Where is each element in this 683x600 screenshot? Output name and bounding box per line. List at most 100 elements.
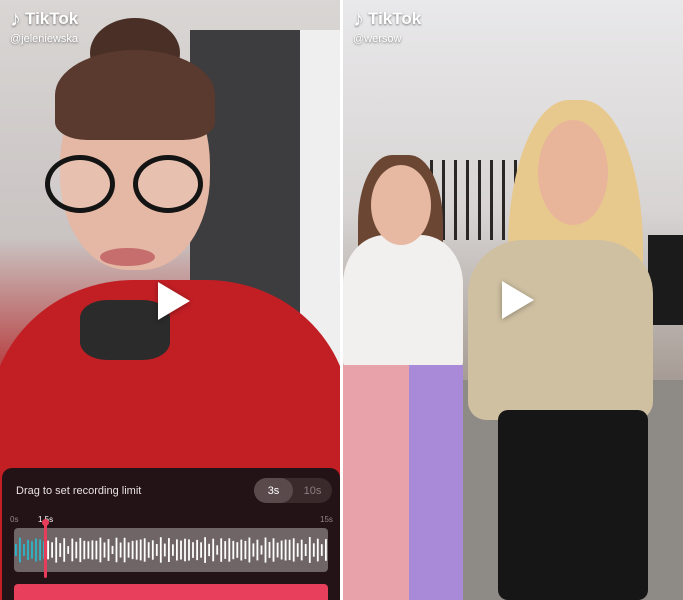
waveform-bar bbox=[308, 537, 311, 563]
waveform-bar bbox=[196, 539, 198, 561]
waveform-bar bbox=[59, 543, 62, 557]
waveform-bar bbox=[155, 544, 158, 556]
play-icon[interactable] bbox=[502, 281, 534, 319]
tiktok-watermark-right: ♪ TikTok @wersow bbox=[353, 8, 422, 46]
duration-option-10s[interactable]: 10s bbox=[293, 478, 332, 503]
waveform-bar bbox=[79, 537, 82, 563]
waveform-bar bbox=[252, 543, 255, 557]
waveform-bar bbox=[127, 542, 130, 558]
waveform-bar bbox=[212, 538, 215, 562]
waveform-bar bbox=[232, 540, 235, 560]
waveform-bar bbox=[147, 542, 150, 558]
waveform-bar bbox=[55, 537, 58, 563]
waveform-bar bbox=[188, 539, 190, 561]
waveform-bar bbox=[236, 542, 239, 558]
left-person-face bbox=[371, 165, 431, 245]
waveform-bar bbox=[260, 545, 263, 555]
recording-limit-handle[interactable] bbox=[41, 519, 49, 578]
waveform-bar bbox=[276, 542, 279, 558]
timeline-end-label: 15s bbox=[320, 515, 333, 524]
waveform-bar bbox=[103, 542, 106, 558]
waveform-bar bbox=[159, 537, 162, 563]
waveform-bar bbox=[244, 540, 247, 560]
waveform-bar bbox=[248, 537, 251, 563]
waveform-bar bbox=[27, 539, 29, 561]
waveform-bar bbox=[87, 541, 90, 559]
waveform-bar bbox=[115, 537, 118, 563]
waveform-bar bbox=[296, 543, 299, 557]
tiktok-note-icon: ♪ bbox=[10, 6, 21, 31]
timeline-start-label: 0s bbox=[10, 515, 19, 524]
waveform-bar bbox=[63, 538, 66, 562]
waveform-bar bbox=[83, 540, 86, 560]
waveform-bars bbox=[15, 537, 327, 563]
waveform-bar bbox=[119, 542, 122, 558]
waveform-bar bbox=[256, 539, 259, 561]
right-person-pants bbox=[498, 410, 648, 600]
waveform-bar bbox=[39, 539, 41, 561]
creator-handle: @jeleniewska bbox=[10, 33, 79, 45]
tiktok-watermark-left: ♪ TikTok @jeleniewska bbox=[10, 6, 79, 46]
waveform-bar bbox=[172, 544, 174, 556]
waveform-bar bbox=[220, 538, 223, 562]
waveform-bar bbox=[71, 538, 74, 562]
waveform-bar bbox=[268, 542, 271, 558]
waveform-bar bbox=[284, 539, 287, 561]
duration-option-3s[interactable]: 3s bbox=[254, 478, 293, 503]
right-person-face bbox=[538, 120, 608, 225]
background-tv bbox=[648, 235, 683, 325]
waveform-bar bbox=[292, 538, 295, 562]
waveform-bar bbox=[208, 543, 210, 557]
tiktok-brand-label: TikTok bbox=[25, 9, 79, 28]
waveform-bar bbox=[192, 542, 194, 558]
waveform-bar bbox=[325, 539, 327, 561]
waveform-bar bbox=[35, 538, 37, 562]
duration-toggle[interactable]: 3s 10s bbox=[254, 478, 332, 503]
waveform-bar bbox=[95, 540, 98, 560]
waveform-bar bbox=[151, 540, 154, 560]
waveform-bar bbox=[216, 545, 219, 555]
waveform-bar bbox=[288, 539, 291, 561]
tiktok-brand-label: TikTok bbox=[368, 9, 422, 28]
waveform-bar bbox=[111, 545, 114, 554]
waveform-bar bbox=[280, 540, 283, 560]
left-person-pants bbox=[343, 365, 463, 600]
waveform-bar bbox=[316, 538, 319, 562]
waveform-bar bbox=[139, 539, 142, 561]
waveform-bar bbox=[91, 540, 94, 560]
waveform-bar bbox=[224, 541, 227, 559]
waveform-bar bbox=[163, 543, 166, 557]
hair bbox=[55, 50, 215, 140]
audio-waveform[interactable] bbox=[14, 519, 328, 578]
left-person-top bbox=[343, 235, 463, 375]
play-icon[interactable] bbox=[158, 282, 190, 320]
waveform-bar bbox=[19, 537, 21, 563]
waveform-bar bbox=[75, 541, 78, 559]
start-recording-button[interactable] bbox=[14, 584, 328, 600]
waveform-bar bbox=[320, 544, 323, 556]
waveform-bar bbox=[264, 537, 267, 563]
glasses-lens-right bbox=[133, 155, 203, 213]
waveform-bar bbox=[176, 539, 178, 561]
recording-limit-title: Drag to set recording limit bbox=[16, 485, 142, 497]
handle-knob[interactable] bbox=[41, 519, 49, 526]
waveform-bar bbox=[131, 540, 134, 560]
waveform-bar bbox=[168, 538, 170, 562]
waveform-bar bbox=[204, 537, 206, 563]
waveform-bar bbox=[304, 544, 307, 556]
waveform-bar bbox=[15, 544, 17, 556]
creator-handle: @wersow bbox=[353, 33, 402, 45]
lips bbox=[100, 248, 155, 266]
waveform-bar bbox=[200, 542, 202, 558]
collar bbox=[80, 300, 170, 360]
waveform-bar bbox=[180, 540, 182, 560]
waveform-bar bbox=[67, 546, 70, 554]
waveform-bar bbox=[228, 538, 231, 562]
waveform-bar bbox=[123, 537, 126, 563]
waveform-bar bbox=[143, 538, 146, 562]
right-person-top bbox=[468, 240, 653, 420]
waveform-bar bbox=[272, 538, 275, 562]
waveform-bar bbox=[47, 540, 49, 560]
waveform-bar bbox=[23, 544, 25, 556]
waveform-bar bbox=[99, 537, 102, 563]
